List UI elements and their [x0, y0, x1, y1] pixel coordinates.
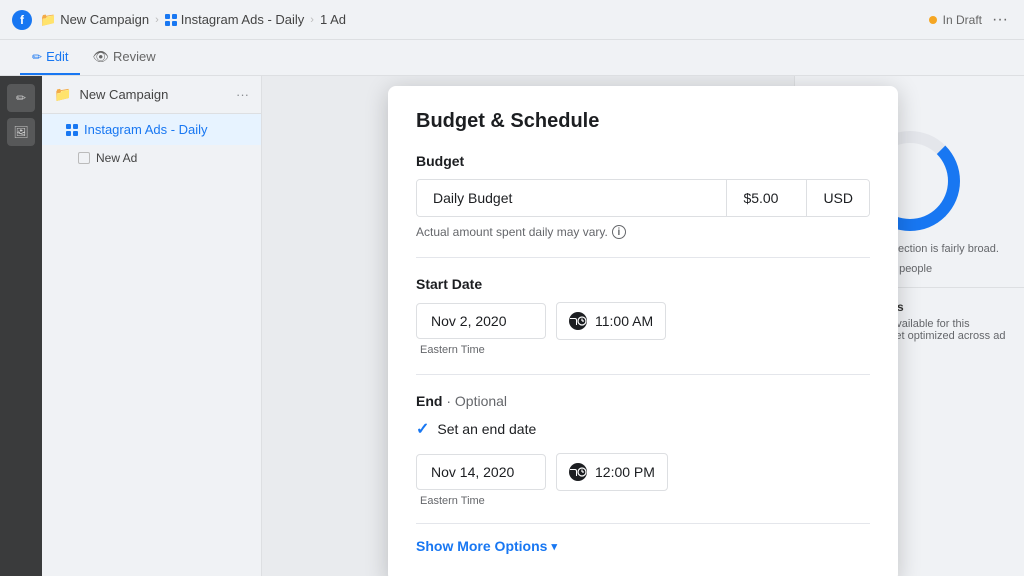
info-icon[interactable]: i	[612, 225, 626, 239]
facebook-icon: f	[12, 10, 32, 30]
checkmark-icon: ✓	[416, 419, 429, 439]
sidebar-ad-checkbox[interactable]	[78, 152, 90, 164]
clock-svg	[577, 316, 587, 326]
campaign-folder-icon: 📁	[40, 12, 56, 28]
section-divider-1	[416, 257, 870, 258]
tab-edit[interactable]: ✏ Edit	[20, 40, 80, 75]
breadcrumb-ad[interactable]: 1 Ad	[320, 12, 346, 27]
tab-review[interactable]: 👁 Review	[80, 40, 167, 75]
sidebar-campaign-name: New Campaign	[79, 87, 168, 102]
main-content: e Definition Your audience selection is …	[262, 76, 1024, 576]
start-date-label: Start Date	[416, 276, 870, 292]
end-optional-label: · Optional	[446, 393, 507, 409]
sidebar-adset-icon	[66, 124, 78, 136]
section-divider-2	[416, 374, 870, 375]
set-end-date-label: Set an end date	[437, 421, 536, 437]
pencil-icon: ✏	[32, 50, 42, 64]
start-clock-icon	[569, 312, 587, 330]
breadcrumb-sep-2: ›	[310, 14, 314, 26]
sidebar-folder-icon: 📁	[54, 86, 71, 103]
left-sidebar: 📁 New Campaign ··· Instagram Ads - Daily…	[42, 76, 262, 576]
app-shell: f 📁 New Campaign › Instagram Ads - Daily…	[0, 0, 1024, 576]
eye-icon: 👁	[92, 49, 109, 65]
show-more-divider	[416, 523, 870, 524]
tool-image-icon[interactable]: 🖼	[7, 118, 35, 146]
budget-section-label: Budget	[416, 153, 870, 169]
content-area: ✏ 🖼 📁 New Campaign ··· Instagram Ads - D…	[0, 76, 1024, 576]
status-dot-icon	[929, 16, 937, 24]
start-date-field[interactable]: Nov 2, 2020	[416, 303, 546, 339]
adset-grid-icon	[165, 14, 177, 26]
sidebar-adset-name: Instagram Ads - Daily	[84, 122, 208, 137]
start-date-row: Nov 2, 2020 11:00 AM	[416, 302, 870, 340]
sidebar-more-button[interactable]: ···	[236, 87, 249, 102]
sidebar-ad-name: New Ad	[96, 151, 137, 165]
end-clock-icon	[569, 463, 587, 481]
top-bar: f 📁 New Campaign › Instagram Ads - Daily…	[0, 0, 1024, 40]
budget-row: Daily Budget $5.00 USD	[416, 179, 870, 217]
budget-note: Actual amount spent daily may vary. i	[416, 225, 870, 239]
tool-pencil-icon[interactable]: ✏	[7, 84, 35, 112]
sidebar-campaign-header: 📁 New Campaign ···	[42, 76, 261, 114]
chevron-down-icon: ▾	[551, 540, 557, 553]
sidebar-tools: ✏ 🖼	[0, 76, 42, 576]
breadcrumb: 📁 New Campaign › Instagram Ads - Daily ›…	[40, 11, 1012, 29]
start-time-field[interactable]: 11:00 AM	[556, 302, 666, 340]
status-badge: In Draft ···	[929, 11, 1012, 29]
budget-schedule-modal: Budget & Schedule Budget Daily Budget $5…	[388, 86, 898, 576]
budget-currency-field: USD	[807, 180, 869, 216]
top-more-button[interactable]: ···	[988, 11, 1012, 29]
end-time-field[interactable]: 12:00 PM	[556, 453, 668, 491]
set-end-date-row[interactable]: ✓ Set an end date	[416, 419, 870, 439]
breadcrumb-campaign[interactable]: 📁 New Campaign	[40, 12, 149, 28]
sidebar-ad-item[interactable]: New Ad	[42, 145, 261, 171]
end-timezone-label: Eastern Time	[420, 495, 870, 507]
show-more-options-button[interactable]: Show More Options ▾	[416, 538, 557, 554]
modal-overlay: Budget & Schedule Budget Daily Budget $5…	[262, 76, 1024, 576]
breadcrumb-adset[interactable]: Instagram Ads - Daily	[165, 12, 305, 27]
budget-type-field[interactable]: Daily Budget	[417, 180, 727, 216]
budget-amount-field[interactable]: $5.00	[727, 180, 807, 216]
sidebar-adset-item[interactable]: Instagram Ads - Daily	[42, 114, 261, 145]
modal-title: Budget & Schedule	[416, 110, 870, 133]
edit-review-tabs: ✏ Edit 👁 Review	[0, 40, 1024, 76]
end-date-row: Nov 14, 2020 12:00 PM	[416, 453, 870, 491]
end-clock-svg	[577, 467, 587, 477]
end-date-field[interactable]: Nov 14, 2020	[416, 454, 546, 490]
end-label: End · Optional	[416, 393, 870, 409]
breadcrumb-sep-1: ›	[155, 14, 159, 26]
start-timezone-label: Eastern Time	[420, 344, 870, 356]
